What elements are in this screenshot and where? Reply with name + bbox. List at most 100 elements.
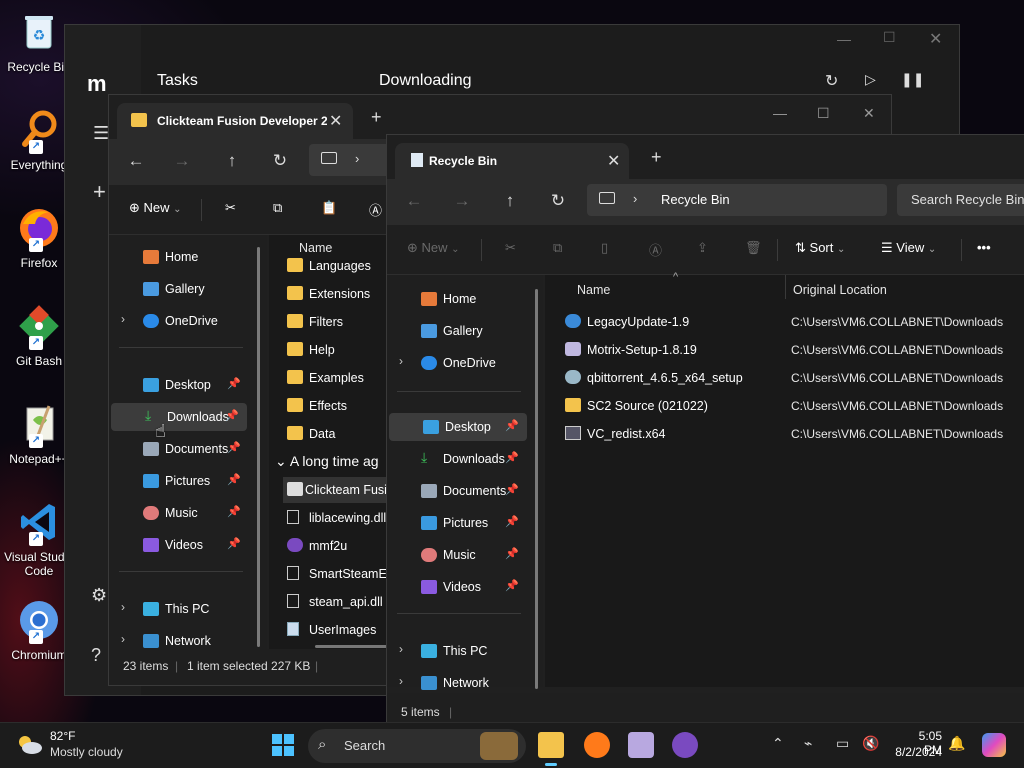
tab-clickteam[interactable]: Clickteam Fusion Developer 2. ✕ <box>117 103 353 139</box>
nav-videos[interactable]: Videos 📌 <box>387 573 527 601</box>
sort-button[interactable]: ⇅ Sort ⌄ <box>795 240 845 256</box>
list-item[interactable]: SmartSteamEm <box>287 561 397 587</box>
add-task-icon[interactable]: + <box>93 179 106 205</box>
settings-sliders-icon[interactable]: ⚙ <box>91 585 107 606</box>
list-item[interactable]: UserImages <box>287 617 387 643</box>
breadcrumb-recycle-bin[interactable]: Recycle Bin <box>661 192 730 207</box>
close-button[interactable]: ✕ <box>929 29 942 49</box>
nav-this-pc[interactable]: › This PC <box>387 637 537 665</box>
nav-gallery[interactable]: Gallery <box>387 317 537 345</box>
close-tab-icon[interactable]: ✕ <box>607 151 620 171</box>
back-arrow-icon[interactable]: ← <box>403 191 425 211</box>
share-icon[interactable]: ⇪ <box>697 240 708 256</box>
forward-arrow-icon[interactable]: → <box>171 151 193 171</box>
maximize-button[interactable]: ☐ <box>883 29 896 46</box>
network-off-icon[interactable]: ⌁ <box>804 735 812 752</box>
table-row[interactable]: Motrix-Setup-1.8.19 C:\Users\VM6.COLLABN… <box>565 337 1024 363</box>
horizontal-scrollbar[interactable] <box>315 645 387 648</box>
rename-icon[interactable]: Ⓐ <box>369 200 382 219</box>
cut-icon[interactable]: ✂ <box>225 200 236 216</box>
new-tab-button[interactable]: + <box>371 107 382 128</box>
clickteam-taskbar-icon[interactable] <box>672 732 698 758</box>
delete-icon[interactable]: 🗑 <box>745 240 762 256</box>
cut-icon[interactable]: ✂ <box>505 240 516 256</box>
search-input[interactable]: Search Recycle Bin <box>897 184 1024 216</box>
nav-home[interactable]: Home <box>109 243 259 271</box>
pin-icon[interactable]: 📌 <box>227 505 241 518</box>
list-item-selected[interactable]: Clickteam Fusi <box>283 477 387 503</box>
menu-icon[interactable]: ☰ <box>93 123 109 144</box>
list-item[interactable]: Data <box>287 421 387 447</box>
chevron-right-icon[interactable]: › <box>399 674 403 688</box>
more-options-icon[interactable]: ••• <box>977 240 991 255</box>
maximize-button[interactable]: ☐ <box>817 105 830 122</box>
chevron-right-icon[interactable]: › <box>399 642 403 656</box>
pin-icon[interactable]: 📌 <box>227 377 241 390</box>
weather-description[interactable]: Mostly cloudy <box>50 745 123 759</box>
pin-icon[interactable]: 📌 <box>505 451 519 464</box>
group-header[interactable]: ⌄ A long time ag <box>275 453 379 470</box>
close-button[interactable]: ✕ <box>863 105 875 122</box>
list-item[interactable]: steam_api.dll <box>287 589 387 615</box>
notification-bell-icon[interactable]: 🔔 <box>948 735 965 752</box>
column-header-name[interactable]: Name <box>577 283 610 297</box>
file-explorer-icon[interactable] <box>538 732 564 758</box>
list-item[interactable]: Examples <box>287 365 387 391</box>
nav-onedrive[interactable]: › OneDrive <box>387 349 537 377</box>
new-tab-button[interactable]: + <box>651 147 662 168</box>
nav-music[interactable]: Music 📌 <box>387 541 527 569</box>
paste-icon[interactable]: 📋 <box>321 200 337 216</box>
table-row[interactable]: LegacyUpdate-1.9 C:\Users\VM6.COLLABNET\… <box>565 309 1024 335</box>
list-item[interactable]: mmf2u <box>287 533 387 559</box>
view-button[interactable]: ☰ View ⌄ <box>881 240 936 256</box>
windows-start-icon[interactable] <box>272 734 294 756</box>
nav-desktop[interactable]: Desktop 📌 <box>109 371 249 399</box>
chevron-right-icon[interactable]: › <box>399 354 403 368</box>
nav-documents[interactable]: Documents 📌 <box>387 477 527 505</box>
play-icon[interactable]: ▷ <box>865 71 876 88</box>
nav-gallery[interactable]: Gallery <box>109 275 259 303</box>
nav-pictures[interactable]: Pictures 📌 <box>109 467 249 495</box>
list-item[interactable]: Effects <box>287 393 387 419</box>
nav-scrollbar[interactable] <box>257 247 260 647</box>
list-item[interactable]: Help <box>287 337 387 363</box>
volume-muted-icon[interactable]: 🔇 <box>862 735 879 752</box>
pin-icon[interactable]: 📌 <box>505 547 519 560</box>
nav-videos[interactable]: Videos 📌 <box>109 531 249 559</box>
refresh-icon[interactable]: ↻ <box>547 191 569 211</box>
up-arrow-icon[interactable]: ↑ <box>499 191 521 211</box>
weather-temperature[interactable]: 82°F <box>50 729 75 743</box>
column-header-original-location[interactable]: Original Location <box>793 283 887 297</box>
list-item[interactable]: Extensions <box>287 281 387 307</box>
pin-icon[interactable]: 📌 <box>225 409 239 422</box>
chevron-up-icon[interactable]: ⌃ <box>772 735 784 752</box>
list-item[interactable]: Languages <box>287 253 387 279</box>
table-row[interactable]: SC2 Source (021022) C:\Users\VM6.COLLABN… <box>565 393 1024 419</box>
refresh-icon[interactable]: ↻ <box>269 151 291 171</box>
pin-icon[interactable]: 📌 <box>227 441 241 454</box>
nav-music[interactable]: Music 📌 <box>109 499 249 527</box>
nav-home[interactable]: Home <box>387 285 537 313</box>
table-row[interactable]: VC_redist.x64 C:\Users\VM6.COLLABNET\Dow… <box>565 421 1024 447</box>
clock-date[interactable]: 8/2/2024 <box>892 745 942 759</box>
pin-icon[interactable]: 📌 <box>505 515 519 528</box>
pause-icon[interactable]: ❚❚ <box>901 71 924 88</box>
forward-arrow-icon[interactable]: → <box>451 191 473 211</box>
nav-documents[interactable]: Documents 📌 <box>109 435 249 463</box>
rename-icon[interactable]: Ⓐ <box>649 240 662 259</box>
tab-recycle-bin[interactable]: Recycle Bin ✕ <box>395 143 629 179</box>
refresh-icon[interactable]: ↻ <box>825 71 838 91</box>
nav-onedrive[interactable]: › OneDrive <box>109 307 259 335</box>
copilot-icon[interactable] <box>982 733 1006 757</box>
paste-icon[interactable]: ▯ <box>601 240 608 256</box>
close-tab-icon[interactable]: ✕ <box>329 111 342 131</box>
address-bar[interactable]: › Recycle Bin <box>587 184 887 216</box>
minimize-button[interactable]: — <box>773 105 787 121</box>
taskbar-search-box[interactable]: ⌕ Search <box>308 729 526 763</box>
nav-downloads[interactable]: ⤓ Downloads 📌 <box>387 445 527 473</box>
chevron-right-icon[interactable]: › <box>121 600 125 614</box>
pin-icon[interactable]: 📌 <box>505 483 519 496</box>
weather-cloud-icon[interactable] <box>16 733 44 755</box>
table-row[interactable]: qbittorrent_4.6.5_x64_setup C:\Users\VM6… <box>565 365 1024 391</box>
minimize-button[interactable]: — <box>837 31 851 47</box>
